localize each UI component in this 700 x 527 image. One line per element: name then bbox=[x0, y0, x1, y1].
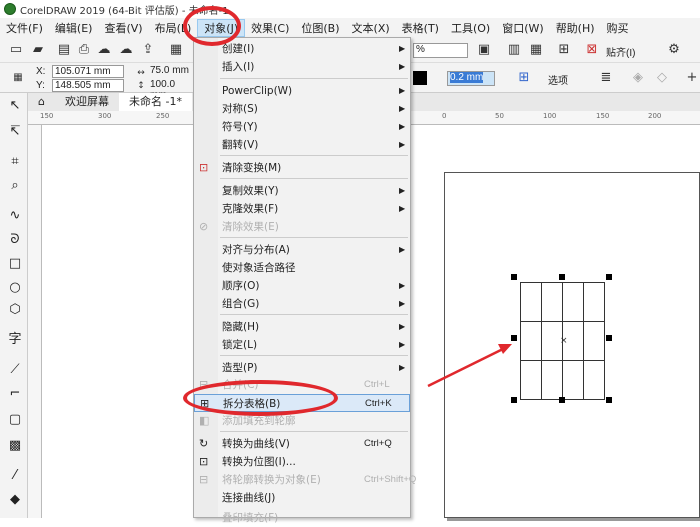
menu-item-1[interactable]: 插入(I) ▶ bbox=[194, 58, 410, 76]
selection-handle[interactable] bbox=[511, 335, 517, 341]
menu-item-20[interactable]: ↻ 转换为曲线(V) Ctrl+Q bbox=[194, 435, 410, 453]
menu-item-11[interactable]: 使对象适合路径 bbox=[194, 259, 410, 277]
submenu-arrow-icon: ▶ bbox=[399, 299, 406, 308]
menu-item-icon: ↻ bbox=[199, 437, 209, 450]
menu-item-label: 锁定(L) bbox=[222, 339, 258, 351]
menu-separator bbox=[220, 78, 408, 79]
menu-item-label: 顺序(O) bbox=[222, 280, 260, 292]
menu-item-label: 叠印填充(F) bbox=[222, 512, 279, 524]
menu-item-3[interactable]: 对称(S) ▶ bbox=[194, 100, 410, 118]
menu-item-icon: ⊟ bbox=[199, 473, 209, 486]
submenu-arrow-icon: ▶ bbox=[399, 245, 406, 254]
selection-handle[interactable] bbox=[606, 397, 612, 403]
menu-item-label: 清除效果(E) bbox=[222, 221, 279, 233]
menu-item-label: PowerClip(W) bbox=[222, 85, 293, 97]
menu-item-6[interactable]: ⊡ 清除变换(M) bbox=[194, 159, 410, 177]
submenu-arrow-icon: ▶ bbox=[399, 281, 406, 290]
submenu-arrow-icon: ▶ bbox=[399, 204, 406, 213]
menu-item-12[interactable]: 顺序(O) ▶ bbox=[194, 277, 410, 295]
submenu-arrow-icon: ▶ bbox=[399, 322, 406, 331]
menu-item-label: 符号(Y) bbox=[222, 121, 258, 133]
menu-item-label: 组合(G) bbox=[222, 298, 260, 310]
submenu-arrow-icon: ▶ bbox=[399, 140, 406, 149]
menu-item-16[interactable]: 造型(P) ▶ bbox=[194, 359, 410, 377]
menu-item-15[interactable]: 锁定(L) ▶ bbox=[194, 336, 410, 354]
menu-separator bbox=[220, 155, 408, 156]
submenu-arrow-icon: ▶ bbox=[399, 122, 406, 131]
menu-item-7[interactable]: 复制效果(Y) ▶ bbox=[194, 182, 410, 200]
menu-separator bbox=[220, 314, 408, 315]
annotation-circle-object-menu bbox=[183, 6, 241, 46]
menu-item-8[interactable]: 克隆效果(F) ▶ bbox=[194, 200, 410, 218]
menu-item-shortcut: Ctrl+K bbox=[365, 398, 392, 409]
menu-item-label: 插入(I) bbox=[222, 61, 255, 73]
menu-item-24: 叠印填充(F) bbox=[194, 509, 410, 527]
menu-item-label: 翻转(V) bbox=[222, 139, 259, 151]
menu-item-10[interactable]: 对齐与分布(A) ▶ bbox=[194, 241, 410, 259]
menu-separator bbox=[220, 237, 408, 238]
menu-item-label: 造型(P) bbox=[222, 362, 258, 374]
selection-handle[interactable] bbox=[511, 397, 517, 403]
menu-item-label: 对称(S) bbox=[222, 103, 258, 115]
menu-item-label: 克隆效果(F) bbox=[222, 203, 279, 215]
submenu-arrow-icon: ▶ bbox=[399, 44, 406, 53]
menu-item-label: 转换为位图(I)... bbox=[222, 456, 296, 468]
menu-item-label: 复制效果(Y) bbox=[222, 185, 279, 197]
menu-item-shortcut: Ctrl+Shift+Q bbox=[364, 474, 417, 485]
annotation-circle-split-table bbox=[183, 380, 338, 416]
menu-item-icon: ⊡ bbox=[199, 455, 209, 468]
menu-item-icon: ⊡ bbox=[199, 161, 209, 174]
selection-handle[interactable] bbox=[559, 397, 565, 403]
menu-item-label: 清除变换(M) bbox=[222, 162, 282, 174]
menu-item-5[interactable]: 翻转(V) ▶ bbox=[194, 136, 410, 154]
menu-item-2[interactable]: PowerClip(W) ▶ bbox=[194, 82, 410, 100]
submenu-arrow-icon: ▶ bbox=[399, 363, 406, 372]
menu-separator bbox=[220, 355, 408, 356]
menu-item-label: 隐藏(H) bbox=[222, 321, 260, 333]
menu-item-23[interactable]: 连接曲线(J) bbox=[194, 489, 410, 507]
submenu-arrow-icon: ▶ bbox=[399, 186, 406, 195]
menu-item-icon: ⊘ bbox=[199, 220, 209, 233]
menu-separator bbox=[220, 178, 408, 179]
menu-item-22: ⊟ 将轮廓转换为对象(E) Ctrl+Shift+Q bbox=[194, 471, 416, 489]
object-menu-dropdown: 创建(I) ▶ 插入(I) ▶ PowerClip(W) ▶ 对称(S) ▶ 符号(Y) ▶ 翻转(… bbox=[193, 37, 416, 524]
submenu-arrow-icon: ▶ bbox=[399, 62, 406, 71]
menu-item-label: 连接曲线(J) bbox=[222, 492, 276, 504]
menu-item-label: 转换为曲线(V) bbox=[222, 438, 290, 450]
submenu-arrow-icon: ▶ bbox=[399, 340, 406, 349]
selection-handle[interactable] bbox=[511, 274, 517, 280]
menu-item-label: 将轮廓转换为对象(E) bbox=[222, 474, 321, 486]
menu-item-19: ◧ 添加填充到轮廓 bbox=[194, 412, 410, 430]
submenu-arrow-icon: ▶ bbox=[399, 86, 406, 95]
menu-item-shortcut: Ctrl+Q bbox=[364, 438, 392, 449]
selection-handle[interactable] bbox=[559, 274, 565, 280]
svg-text:×: × bbox=[560, 336, 568, 346]
menu-item-14[interactable]: 隐藏(H) ▶ bbox=[194, 318, 410, 336]
menu-item-label: 使对象适合路径 bbox=[222, 262, 296, 274]
selection-handle[interactable] bbox=[606, 274, 612, 280]
menu-item-label: 对齐与分布(A) bbox=[222, 244, 290, 256]
menu-item-13[interactable]: 组合(G) ▶ bbox=[194, 295, 410, 313]
menu-separator bbox=[220, 431, 408, 432]
menu-item-shortcut: Ctrl+L bbox=[364, 379, 390, 390]
menu-item-21[interactable]: ⊡ 转换为位图(I)... bbox=[194, 453, 410, 471]
submenu-arrow-icon: ▶ bbox=[399, 104, 406, 113]
menu-item-9: ⊘ 清除效果(E) bbox=[194, 218, 410, 236]
selection-handle[interactable] bbox=[606, 335, 612, 341]
menu-item-4[interactable]: 符号(Y) ▶ bbox=[194, 118, 410, 136]
menu-item-icon: ◧ bbox=[199, 414, 210, 427]
